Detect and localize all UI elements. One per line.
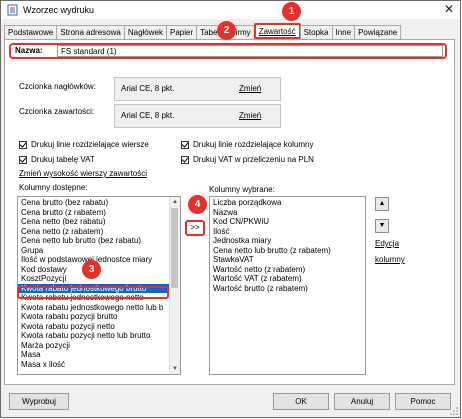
move-up-button[interactable]: ▲ [375,197,389,211]
step-badge-1: 1 [282,2,301,21]
resize-grip-icon[interactable] [450,407,458,415]
list-item[interactable]: Wartość brutto (z rabatem) [210,284,365,294]
list-item[interactable]: Jednostka miary [210,236,365,246]
list-item[interactable]: StawkaVAT [210,255,365,265]
vat-pln-checkbox[interactable]: Drukuj VAT w przeliczeniu na PLN [181,155,314,164]
list-item[interactable]: Kwota rabatu jednostkowego netto lub b [18,303,180,313]
list-item[interactable]: Liczba porządkowa [210,198,365,208]
vat-table-checkbox[interactable]: Drukuj tabelę VAT [19,155,95,164]
tab-zawartosc[interactable]: Zawartość [253,23,301,39]
list-item[interactable]: Wartość netto (z rabatem) [210,265,365,275]
list-item[interactable]: Kwota rabatu pozycji brutto [18,312,180,322]
tab-papier[interactable]: Papier [165,25,198,39]
tab-strona-adresowa[interactable]: Strona adresowa [56,25,125,39]
tab-powiazane[interactable]: Powiązane [354,25,402,39]
list-item[interactable]: Grupa [18,246,180,256]
scroll-thumb[interactable] [171,208,178,288]
name-label: Nazwa: [15,46,43,55]
checkbox-checked-icon[interactable] [19,140,27,149]
chosen-items: Liczba porządkowa Nazwa Kod CN/PKWiU Ilo… [210,197,365,293]
col-lines-label: Drukuj linie rozdzielające kolumny [193,140,314,149]
content-font-label: Czcionka zawartości: [19,107,95,116]
header-font-box: Arial CE, 8 pkt. Zmień [114,77,281,101]
chosen-columns-list[interactable]: Liczba porządkowa Nazwa Kod CN/PKWiU Ilo… [209,196,366,375]
available-columns-label: Kolumny dostępne: [19,183,88,192]
header-font-label: Czcionka nagłówków: [19,82,96,91]
checkbox-checked-icon[interactable] [181,140,189,149]
content-font-value: Arial CE, 8 pkt. [121,111,175,120]
dialog-window: Wzorzec wydruku ✕ Podstawowe Strona adre… [0,0,461,418]
tab-stopka[interactable]: Stopka [299,25,333,39]
document-icon [7,4,18,16]
chosen-columns-label: Kolumny wybrane: [209,185,275,194]
list-item[interactable]: Kwota rabatu pozycji netto lub brutto [18,331,180,341]
edit-column-link-line1[interactable]: Edycja [375,239,399,248]
list-item[interactable]: Wartość VAT (z rabatem) [210,274,365,284]
list-item[interactable]: Cena netto lub brutto (z rabatem) [210,246,365,256]
list-item[interactable]: Kwota rabatu pozycji netto [18,322,180,332]
window-title: Wzorzec wydruku [23,5,95,15]
change-header-font-link[interactable]: Zmień [239,84,261,93]
step-badge-3: 3 [82,260,101,279]
arrow-down-icon: ▼ [378,222,386,229]
checkbox-checked-icon[interactable] [181,155,189,164]
test-print-button[interactable]: Wyprobuj [9,393,69,410]
list-item[interactable]: Nazwa [210,208,365,218]
list-item[interactable]: Masa x ilość [18,360,180,370]
scroll-down-icon[interactable]: ▼ [170,364,180,374]
list-item[interactable]: Cena netto lub brutto (bez rabatu) [18,236,180,246]
step-badge-2: 2 [217,21,236,40]
list-item[interactable]: Ilość [210,227,365,237]
header-font-value: Arial CE, 8 pkt. [121,84,175,93]
list-item[interactable]: KosztPozycji [18,274,180,284]
ok-button[interactable]: OK [273,393,329,410]
cancel-button[interactable]: Anuluj [334,393,390,410]
list-item[interactable]: Cena brutto (bez rabatu) [18,198,180,208]
row-height-link[interactable]: Zmień wysokość wierszy zawartości [19,169,147,178]
available-items: Cena brutto (bez rabatu) Cena brutto (z … [18,197,180,369]
change-content-font-link[interactable]: Zmień [239,111,261,120]
vertical-scrollbar[interactable]: ▲ ▼ [169,197,180,374]
scroll-up-icon[interactable]: ▲ [170,197,180,207]
step-badge-4: 4 [188,195,207,214]
move-down-button[interactable]: ▼ [375,219,389,233]
vat-table-label: Drukuj tabelę VAT [31,155,95,164]
close-icon[interactable]: ✕ [444,3,454,15]
col-lines-checkbox[interactable]: Drukuj linie rozdzielające kolumny [181,140,314,149]
selected-item-highlight [17,286,169,299]
arrow-up-icon: ▲ [378,200,386,207]
vat-pln-label: Drukuj VAT w przeliczeniu na PLN [193,155,314,164]
tab-strip: Podstawowe Strona adresowa Nagłówek Papi… [4,23,402,39]
tab-podstawowe[interactable]: Podstawowe [4,25,58,39]
help-button[interactable]: Pomoc [395,393,451,410]
row-lines-checkbox[interactable]: Drukuj linie rozdzielające wiersze [19,140,149,149]
tab-naglowek[interactable]: Nagłówek [123,25,167,39]
list-item[interactable]: Marża pozycji [18,341,180,351]
name-input[interactable]: FS standard (1) [57,45,443,57]
row-lines-label: Drukuj linie rozdzielające wiersze [31,140,149,149]
name-field-group: Nazwa: FS standard (1) [9,43,447,59]
content-font-box: Arial CE, 8 pkt. Zmień [114,104,281,128]
edit-column-link-line2[interactable]: kolumny [375,255,405,264]
list-item[interactable]: Cena netto (z rabatem) [18,227,180,237]
tab-inne[interactable]: Inne [331,25,356,39]
checkbox-checked-icon[interactable] [19,155,27,164]
add-column-button[interactable]: >> [185,220,205,236]
list-item[interactable]: Kod CN/PKWiU [210,217,365,227]
title-bar: Wzorzec wydruku ✕ [1,1,460,19]
list-item[interactable]: Cena netto (bez rabatu) [18,217,180,227]
list-item[interactable]: Cena brutto (z rabatem) [18,208,180,218]
list-item[interactable]: Masa [18,350,180,360]
